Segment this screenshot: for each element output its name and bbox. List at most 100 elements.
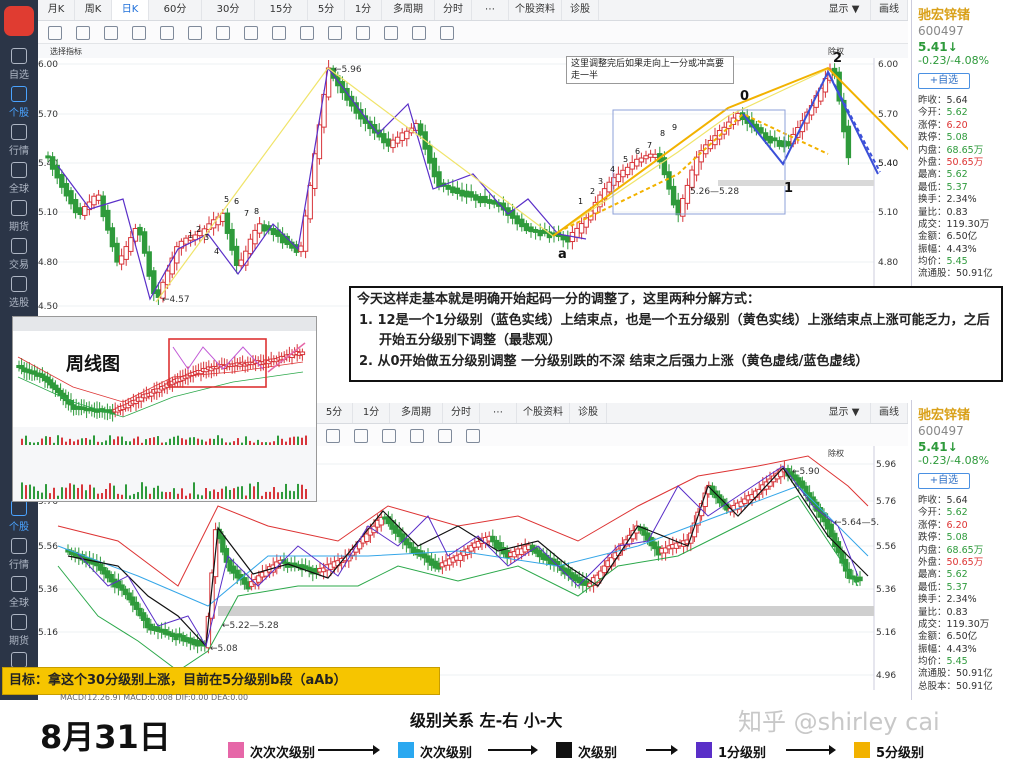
- inset-macd-bar: [281, 438, 283, 445]
- draw-tool-icon-14[interactable]: [440, 26, 454, 40]
- draw-tool-icon-12[interactable]: [384, 26, 398, 40]
- legend-label: 次次次级别: [250, 746, 316, 761]
- low-price-label: ←4.57: [162, 295, 190, 305]
- candle: [220, 212, 226, 222]
- draw-tool-icon-8[interactable]: [272, 26, 286, 40]
- add-watchlist-button[interactable]: +自选: [918, 73, 970, 89]
- candle: [606, 181, 612, 193]
- sidebar-item-4[interactable]: 期货: [0, 200, 38, 233]
- draw-tool-icon-3[interactable]: [132, 26, 146, 40]
- draw-tool-icon-0[interactable]: [48, 26, 62, 40]
- sidebar-item-6[interactable]: 选股: [0, 276, 38, 309]
- tab-spacer: [599, 0, 818, 20]
- tab-2[interactable]: 多周期: [390, 403, 443, 423]
- inset-volume-bar: [281, 491, 283, 499]
- candle: [445, 184, 451, 190]
- tab-10[interactable]: ⋯: [472, 0, 509, 20]
- draw-tool-icon-2[interactable]: [104, 26, 118, 40]
- tab-9[interactable]: 分时: [435, 0, 472, 20]
- inset-volume-bar: [165, 492, 167, 499]
- tab-1[interactable]: 周K: [75, 0, 112, 20]
- add-watchlist-button[interactable]: +自选: [918, 473, 970, 489]
- tab-5[interactable]: 个股资料: [517, 403, 570, 423]
- candle: [689, 169, 695, 188]
- draw-tool-icon-11[interactable]: [356, 26, 370, 40]
- quote-row: 跌停：5.08: [918, 132, 1024, 144]
- draw-line-tab[interactable]: 画线: [871, 403, 908, 423]
- goal-banner: 目标：拿这个30分级别上涨，目前在5分级别b段（aAb）: [2, 667, 440, 695]
- legend-arrow: [318, 745, 380, 755]
- draw-tool-icon-1[interactable]: [76, 26, 90, 40]
- sidebar-item-2[interactable]: 行情: [0, 124, 38, 157]
- tab-6[interactable]: 诊股: [570, 403, 607, 423]
- tab-3[interactable]: 分时: [443, 403, 480, 423]
- sidebar-item-label: 全球: [9, 184, 29, 195]
- inset-macd-bar: [181, 438, 183, 445]
- quote-key: 最低：: [918, 181, 947, 193]
- inset-macd-bar: [61, 437, 63, 445]
- sidebar-item-3[interactable]: 期货: [0, 614, 38, 647]
- inset-macd-bar: [257, 439, 259, 445]
- sidebar-item-0[interactable]: 自选: [0, 48, 38, 81]
- draw-line-tab[interactable]: 画线: [871, 0, 908, 20]
- tab-11[interactable]: 个股资料: [509, 0, 562, 20]
- display-menu[interactable]: 显示 ▼: [818, 403, 871, 423]
- tab-6[interactable]: 5分: [308, 0, 345, 20]
- chart-icon: [11, 538, 27, 554]
- inset-volume-bar: [61, 487, 63, 499]
- draw-tool-icon-0[interactable]: [326, 429, 340, 443]
- sidebar-item-2[interactable]: 全球: [0, 576, 38, 609]
- inset-volume-bar: [269, 491, 271, 499]
- candle: [675, 199, 681, 216]
- draw-tool-icon-4[interactable]: [438, 429, 452, 443]
- daily-kline-chart[interactable]: 选择指标 除权6.005.705.405.104.804.506.005.705.…: [38, 44, 908, 314]
- draw-tool-icon-5[interactable]: [466, 429, 480, 443]
- draw-tool-icon-5[interactable]: [188, 26, 202, 40]
- tab-1[interactable]: 1分: [353, 403, 390, 423]
- draw-tool-icon-1[interactable]: [354, 429, 368, 443]
- legend-arrow: [646, 745, 678, 755]
- draw-tool-icon-4[interactable]: [160, 26, 174, 40]
- candle: [537, 229, 543, 237]
- trade-icon: [11, 238, 27, 254]
- inset-macd-bar: [77, 439, 79, 445]
- draw-tool-icon-7[interactable]: [244, 26, 258, 40]
- quote-key: 内盘：: [918, 544, 947, 556]
- tab-4[interactable]: 30分: [202, 0, 255, 20]
- draw-tool-icon-13[interactable]: [412, 26, 426, 40]
- draw-tool-icon-10[interactable]: [328, 26, 342, 40]
- sidebar-item-label: 行情: [9, 560, 29, 571]
- inset-macd-bar: [65, 441, 67, 445]
- tab-8[interactable]: 多周期: [382, 0, 435, 20]
- app-logo-icon[interactable]: [4, 6, 34, 36]
- y-tick-label-right: 5.36: [876, 585, 896, 595]
- tab-2[interactable]: 日K: [112, 0, 149, 20]
- sidebar-item-3[interactable]: 全球: [0, 162, 38, 195]
- inset-macd-bar: [57, 435, 59, 445]
- quote-row: 均价：5.45: [918, 656, 1024, 668]
- candle: [523, 223, 530, 232]
- tab-7[interactable]: 1分: [345, 0, 382, 20]
- display-menu[interactable]: 显示 ▼: [818, 0, 871, 20]
- candle: [611, 177, 617, 186]
- sidebar-item-0[interactable]: 个股: [0, 500, 38, 533]
- candle: [758, 127, 764, 134]
- tab-4[interactable]: ⋯: [480, 403, 517, 423]
- stock-price: 5.41↓: [918, 440, 958, 454]
- quote-key: 最低：: [918, 581, 947, 593]
- sidebar-item-1[interactable]: 行情: [0, 538, 38, 571]
- sidebar-item-1[interactable]: 个股: [0, 86, 38, 119]
- y-tick-label: 5.10: [38, 208, 58, 218]
- sidebar-item-label: 期货: [9, 636, 29, 647]
- tab-0[interactable]: 5分: [316, 403, 353, 423]
- sidebar-item-5[interactable]: 交易: [0, 238, 38, 271]
- draw-tool-icon-3[interactable]: [410, 429, 424, 443]
- tab-0[interactable]: 月K: [38, 0, 75, 20]
- candle: [454, 187, 461, 194]
- draw-tool-icon-9[interactable]: [300, 26, 314, 40]
- tab-3[interactable]: 60分: [149, 0, 202, 20]
- tab-5[interactable]: 15分: [255, 0, 308, 20]
- draw-tool-icon-2[interactable]: [382, 429, 396, 443]
- draw-tool-icon-6[interactable]: [216, 26, 230, 40]
- tab-12[interactable]: 诊股: [562, 0, 599, 20]
